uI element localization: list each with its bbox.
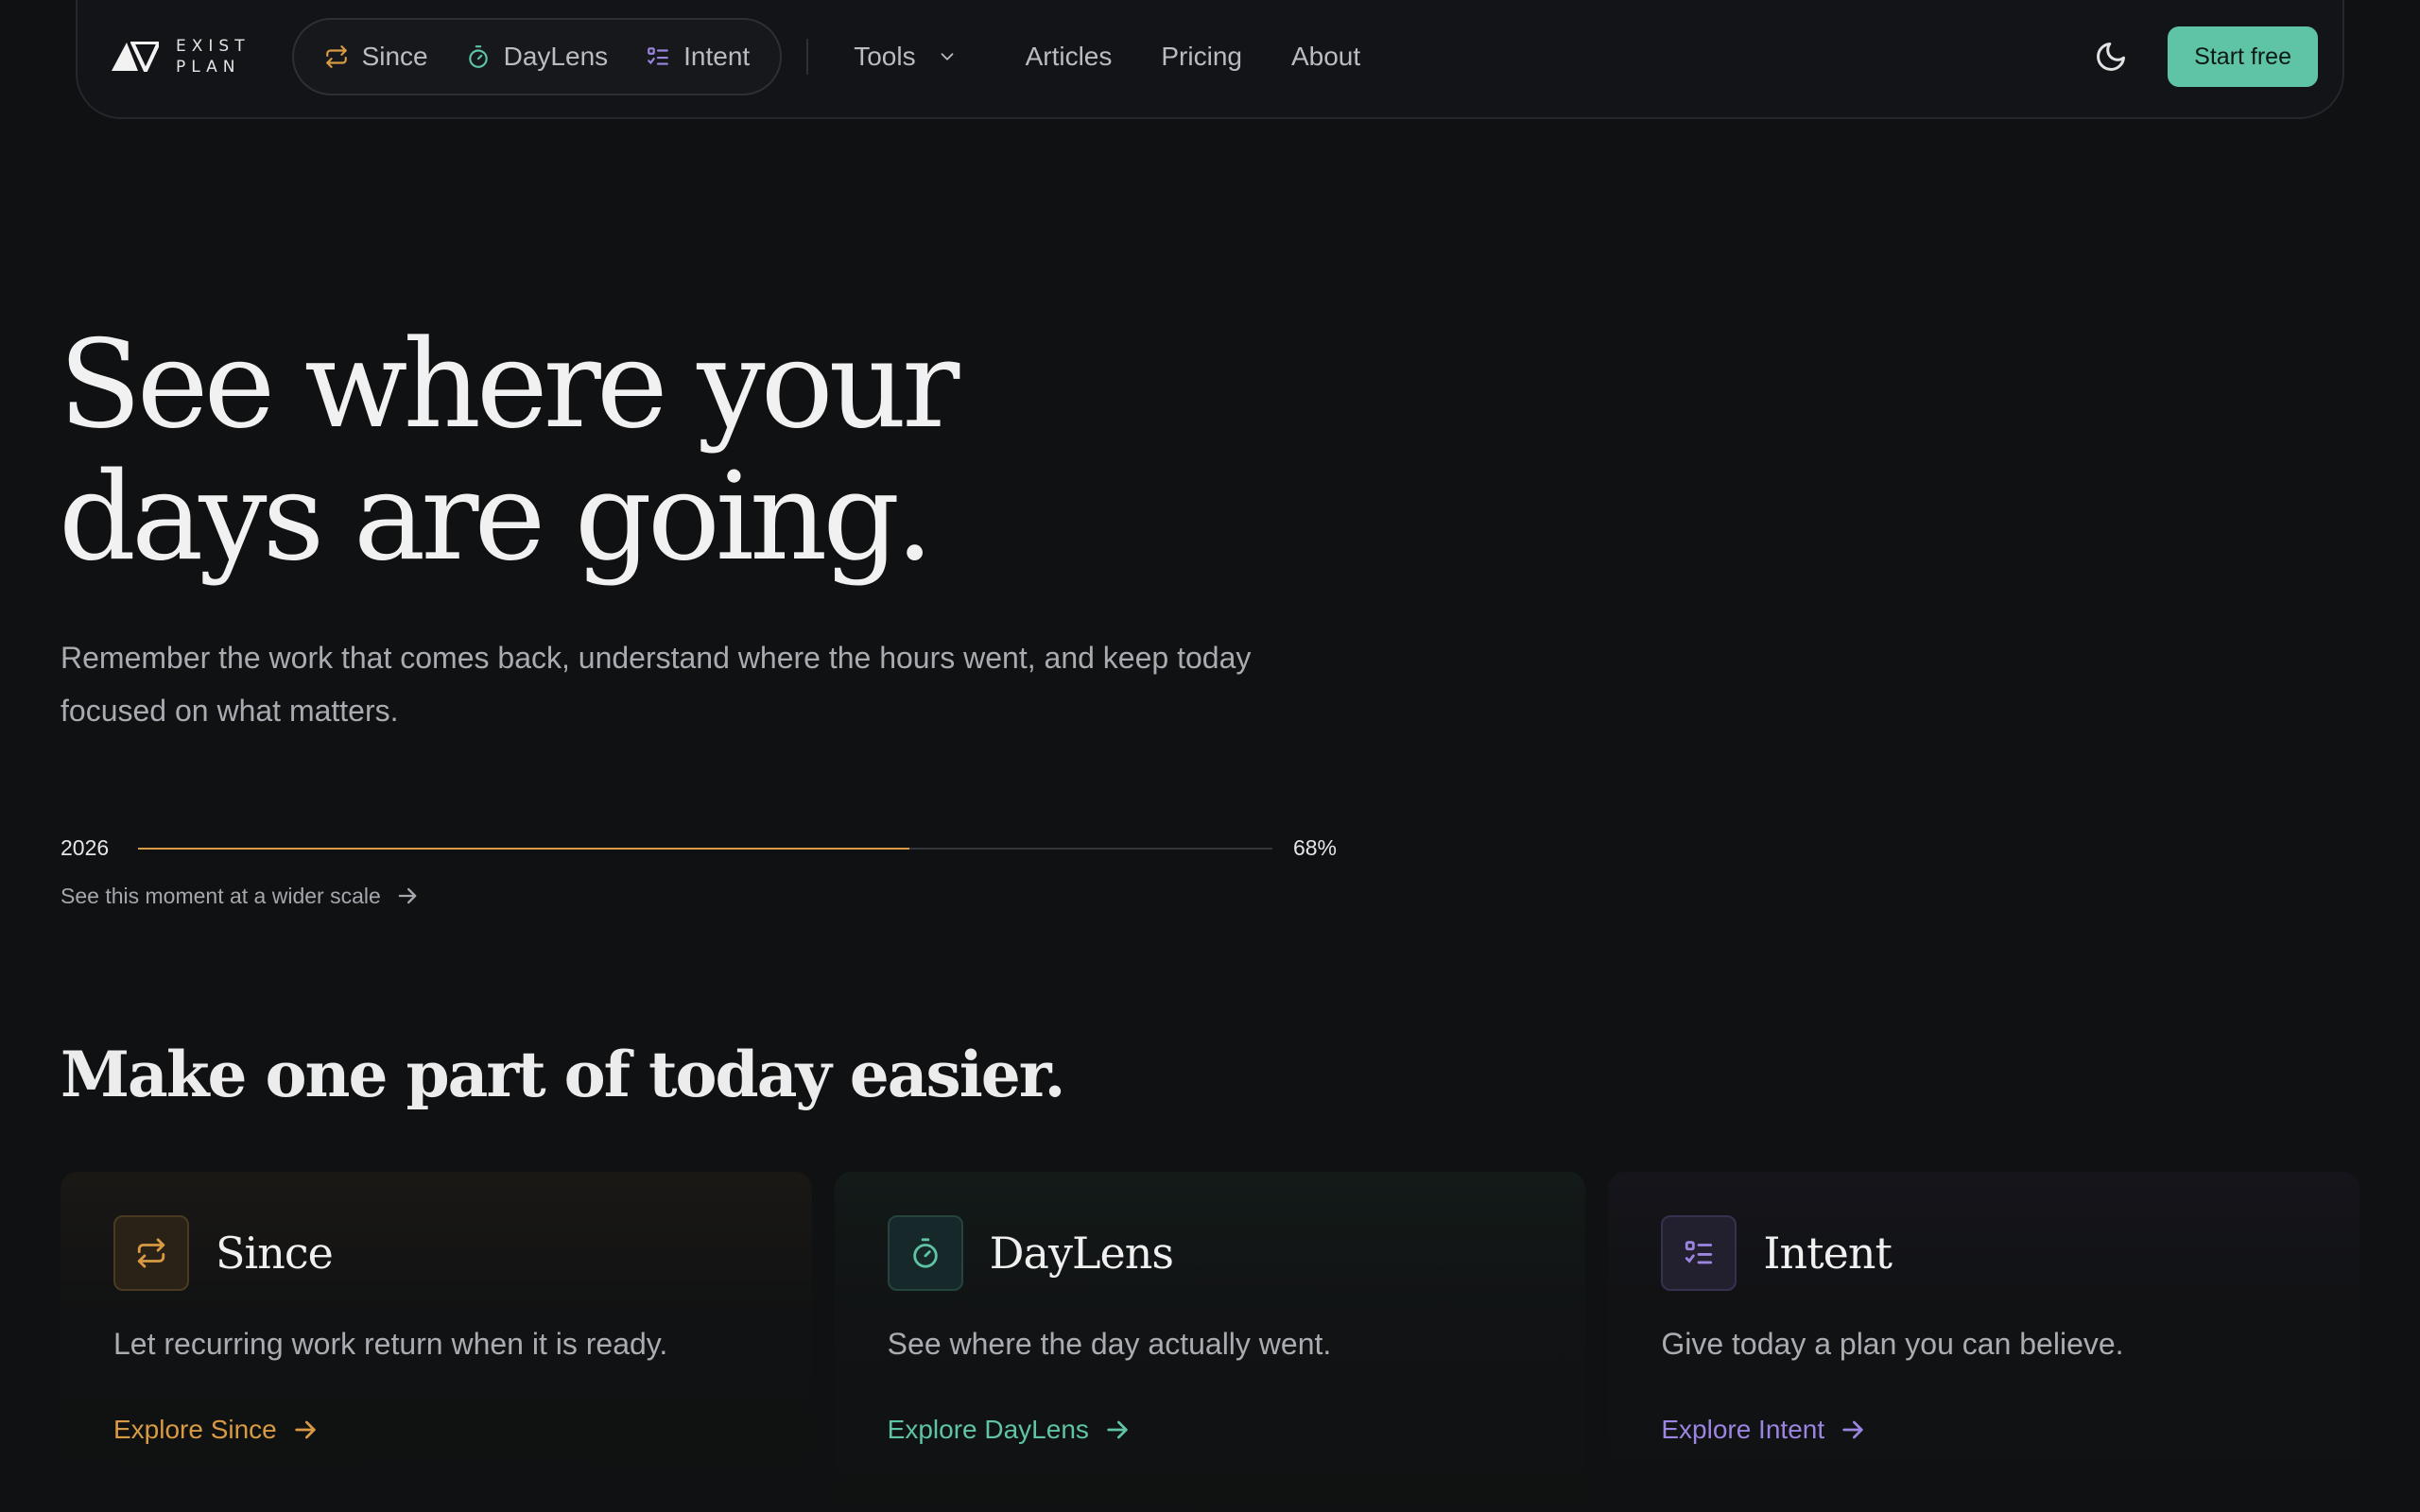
brand-line-1: EXIST (176, 36, 251, 56)
nav-about[interactable]: About (1291, 42, 1360, 72)
explore-daylens-link[interactable]: Explore DayLens (888, 1415, 1533, 1445)
product-switcher: Since DayLens Intent (291, 18, 783, 95)
nav-intent-label: Intent (683, 42, 751, 71)
chevron-down-icon (941, 53, 953, 60)
theme-toggle[interactable] (2092, 38, 2130, 76)
explore-since-link[interactable]: Explore Since (113, 1415, 759, 1445)
nav-links: Tools Articles Pricing About (854, 42, 1409, 72)
hero-title: See where your days are going. (59, 315, 959, 588)
nav-daylens-label: DayLens (503, 42, 609, 71)
card-intent-title: Intent (1763, 1228, 1893, 1279)
checklist-icon (1685, 1241, 1713, 1264)
card-intent-icon-box (1661, 1215, 1737, 1291)
page: EXIST PLAN Since DayLens Intent Tools Ar… (0, 0, 2420, 1512)
progress-fill (138, 847, 909, 850)
top-navbar: EXIST PLAN Since DayLens Intent Tools Ar… (76, 0, 2344, 119)
brand-logo[interactable]: EXIST PLAN (112, 36, 251, 77)
year-progress: 2026 68% (60, 835, 1337, 861)
explore-intent-link[interactable]: Explore Intent (1661, 1415, 2307, 1445)
product-cards: Since Let recurring work return when it … (60, 1172, 2360, 1512)
card-intent-description: Give today a plan you can believe. (1661, 1327, 2124, 1361)
arrow-right-icon (398, 887, 417, 904)
wider-scale-link[interactable]: See this moment at a wider scale (60, 883, 421, 909)
explore-daylens-label: Explore DayLens (887, 1415, 1089, 1444)
explore-intent-label: Explore Intent (1661, 1415, 1825, 1444)
arrow-right-icon (1107, 1420, 1128, 1439)
card-since-title: Since (216, 1228, 334, 1279)
tools-label: Tools (854, 42, 916, 71)
hero-title-line-1: See where your (59, 315, 959, 455)
card-since[interactable]: Since Let recurring work return when it … (60, 1172, 812, 1512)
nav-pricing[interactable]: Pricing (1161, 42, 1242, 72)
brand-line-2: PLAN (176, 57, 241, 77)
moon-icon (2097, 43, 2126, 71)
repeat-icon (137, 1238, 165, 1268)
stopwatch-icon (468, 45, 488, 68)
arrow-right-icon (1842, 1420, 1863, 1439)
progress-year: 2026 (60, 835, 110, 860)
repeat-icon (325, 45, 347, 68)
card-daylens-description: See where the day actually went. (887, 1327, 1332, 1361)
start-free-button[interactable]: Start free (2168, 26, 2318, 87)
card-daylens-title: DayLens (989, 1228, 1174, 1279)
section-title: Make one part of today easier. (60, 1038, 1065, 1111)
progress-percent: 68% (1292, 835, 1337, 860)
progress-track (138, 847, 1272, 850)
wider-scale-label: See this moment at a wider scale (60, 883, 381, 908)
card-since-description: Let recurring work return when it is rea… (113, 1327, 668, 1361)
nav-intent[interactable]: Intent (646, 42, 750, 72)
checklist-icon (648, 47, 668, 65)
nav-since[interactable]: Since (324, 42, 428, 72)
arrow-right-icon (295, 1420, 316, 1439)
logo-mark-icon (112, 42, 159, 72)
nav-divider (806, 39, 809, 75)
stopwatch-icon (912, 1238, 938, 1268)
card-intent[interactable]: Intent Give today a plan you can believe… (1608, 1172, 2360, 1512)
explore-since-label: Explore Since (113, 1415, 277, 1444)
nav-daylens[interactable]: DayLens (466, 42, 609, 72)
card-daylens-icon-box (887, 1215, 963, 1291)
nav-articles[interactable]: Articles (1026, 42, 1113, 72)
hero-subtitle: Remember the work that comes back, under… (60, 641, 1252, 728)
nav-since-label: Since (361, 42, 428, 71)
tools-dropdown[interactable]: Tools (854, 42, 957, 72)
card-since-icon-box (113, 1215, 189, 1291)
card-daylens[interactable]: DayLens See where the day actually went.… (834, 1172, 1586, 1512)
hero-title-line-2: days are going. (59, 447, 934, 588)
brand-wordmark: EXIST PLAN (176, 36, 251, 77)
